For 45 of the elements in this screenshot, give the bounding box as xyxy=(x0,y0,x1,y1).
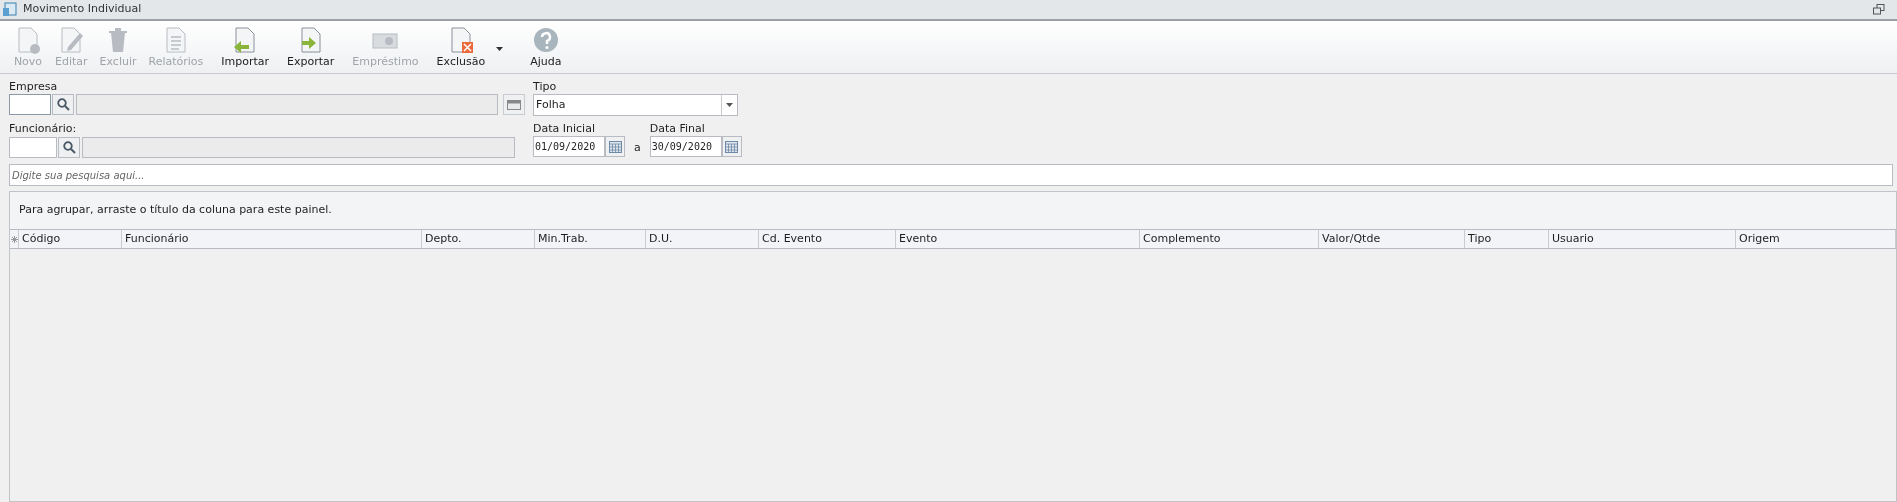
search-button[interactable] xyxy=(58,137,80,158)
field-label: Tipo xyxy=(533,80,558,93)
field-label: Data Inicial xyxy=(533,122,596,135)
column-header[interactable]: Valor/Qtde xyxy=(1319,230,1465,248)
calendar-icon xyxy=(725,140,739,153)
column-header[interactable]: Tipo xyxy=(1465,230,1549,248)
column-header[interactable]: Depto. xyxy=(422,230,535,248)
toolbar-button[interactable]: Importar xyxy=(216,25,275,69)
calendar-button[interactable] xyxy=(605,136,625,157)
date-field[interactable]: 01/09/2020 xyxy=(533,136,605,157)
table-icon xyxy=(507,99,521,110)
caret-icon xyxy=(726,103,733,107)
asterisk-icon xyxy=(10,235,18,243)
field-label: Data Final xyxy=(649,122,706,135)
column-header[interactable]: Origem xyxy=(1736,230,1896,248)
range-separator: a xyxy=(634,139,641,156)
input-field[interactable] xyxy=(9,137,57,158)
tipo-dropdown[interactable]: Folha xyxy=(533,94,738,116)
column-header[interactable]: Funcionário xyxy=(122,230,422,248)
column-header[interactable]: Evento xyxy=(896,230,1140,248)
group-panel-hint: Para agrupar, arraste o título da coluna para este painel. xyxy=(19,202,332,219)
field-label: Empresa xyxy=(9,80,59,93)
toolbar-button[interactable]: Exclusão xyxy=(431,25,491,69)
search-icon xyxy=(62,141,76,154)
calendar-button[interactable] xyxy=(721,136,742,157)
calendar-icon xyxy=(608,140,622,153)
search-field[interactable]: Digite sua pesquisa aqui... xyxy=(9,164,1893,186)
restore-icon xyxy=(1873,4,1885,15)
table-lookup-button[interactable] xyxy=(503,94,525,115)
column-header[interactable]: Código xyxy=(19,230,122,248)
date-field[interactable]: 30/09/2020 xyxy=(649,136,722,157)
toolbar-button[interactable]: Exportar xyxy=(282,25,340,69)
column-header[interactable]: D.U. xyxy=(646,230,759,248)
column-header[interactable]: Usuario xyxy=(1549,230,1736,248)
input-field[interactable] xyxy=(9,94,51,115)
field-label: Funcionário: xyxy=(9,122,78,135)
column-header[interactable]: Cd. Evento xyxy=(759,230,896,248)
restore-button[interactable] xyxy=(1871,1,1887,18)
toolbar-button[interactable]: Ajuda xyxy=(525,25,567,69)
search-button[interactable] xyxy=(52,94,74,115)
window-title: Movimento Individual xyxy=(23,1,142,18)
column-header[interactable]: Min.Trab. xyxy=(535,230,646,248)
search-icon xyxy=(56,98,70,111)
dropdown-caret-icon[interactable] xyxy=(496,47,504,51)
column-header[interactable]: Complemento xyxy=(1140,230,1319,248)
